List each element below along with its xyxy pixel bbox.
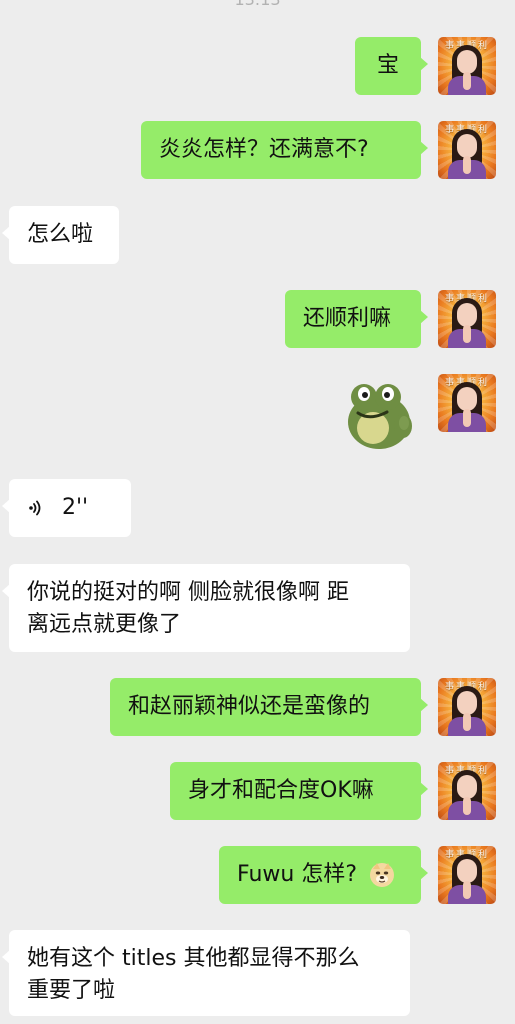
message-text: 怎么啦 <box>27 222 94 247</box>
message-text: 宝 <box>376 53 399 78</box>
outgoing-message-bubble[interactable]: Fuwu 怎样? <box>219 846 428 904</box>
avatar-hands <box>463 797 471 815</box>
self-avatar[interactable]: 事事顺利 <box>438 290 496 348</box>
avatar-hands <box>463 156 471 174</box>
avatar-hands <box>463 72 471 90</box>
avatar-hands <box>463 713 471 731</box>
avatar-face <box>457 691 477 715</box>
message-text: 炎炎怎样？还满意不? <box>159 137 369 162</box>
incoming-message-bubble[interactable]: 怎么啦 <box>2 206 119 264</box>
self-avatar[interactable]: 事事顺利 <box>438 374 496 432</box>
voice-duration: 2'' <box>62 495 89 520</box>
outgoing-message-bubble[interactable]: 炎炎怎样？还满意不? <box>141 121 428 179</box>
avatar-hands <box>463 881 471 899</box>
message-text: 还顺利嘛 <box>303 306 392 331</box>
avatar-face <box>457 134 477 158</box>
avatar-face <box>457 387 477 411</box>
doge-emoji-icon <box>370 863 395 887</box>
outgoing-message-bubble[interactable]: 宝 <box>355 37 428 95</box>
incoming-voice-message[interactable]: 2'' <box>2 479 131 537</box>
message-text-line-1: 你说的挺对的啊 侧脸就很像啊 距 <box>27 580 349 605</box>
message-text-line-2: 离远点就更像了 <box>27 612 182 637</box>
avatar-face <box>457 50 477 74</box>
self-avatar[interactable]: 事事顺利 <box>438 121 496 179</box>
voice-icon <box>29 500 41 516</box>
self-avatar[interactable]: 事事顺利 <box>438 37 496 95</box>
frog-sticker-icon[interactable] <box>336 373 420 457</box>
self-avatar[interactable]: 事事顺利 <box>438 846 496 904</box>
outgoing-message-bubble[interactable]: 还顺利嘛 <box>285 290 428 348</box>
avatar-face <box>457 775 477 799</box>
self-avatar[interactable]: 事事顺利 <box>438 678 496 736</box>
avatar-face <box>457 859 477 883</box>
message-timestamp: 13:13 <box>0 0 515 9</box>
message-text: 身才和配合度OK嘛 <box>188 778 374 803</box>
self-avatar[interactable]: 事事顺利 <box>438 762 496 820</box>
incoming-message-bubble[interactable]: 她有这个 titles 其他都显得不那么 重要了啦 <box>2 930 410 1016</box>
message-text: Fuwu 怎样? <box>237 862 358 887</box>
outgoing-message-bubble[interactable]: 和赵丽颖神似还是蛮像的 <box>110 678 428 736</box>
message-text: 和赵丽颖神似还是蛮像的 <box>128 694 371 719</box>
message-text-line-2: 重要了啦 <box>27 978 116 1003</box>
avatar-hands <box>463 409 471 427</box>
outgoing-message-bubble[interactable]: 身才和配合度OK嘛 <box>170 762 428 820</box>
avatar-hands <box>463 325 471 343</box>
incoming-message-bubble[interactable]: 你说的挺对的啊 侧脸就很像啊 距 离远点就更像了 <box>2 564 410 652</box>
message-text-line-1: 她有这个 titles 其他都显得不那么 <box>27 946 360 971</box>
avatar-face <box>457 303 477 327</box>
